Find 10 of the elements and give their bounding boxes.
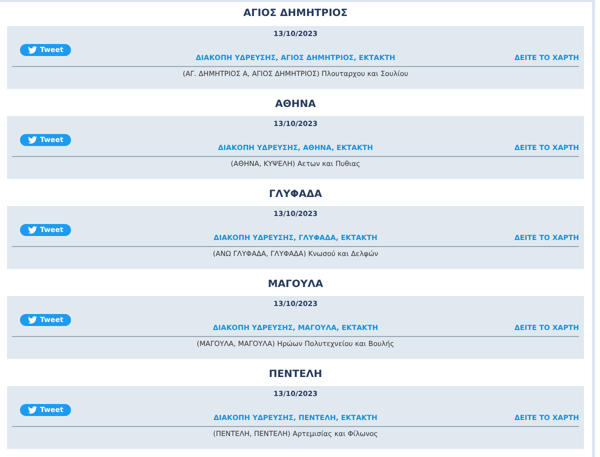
- bird-icon: [28, 46, 37, 54]
- section-heading: ΜΑΓΟΥΛΑ: [266, 278, 324, 292]
- section-heading: ΑΓΙΟΣ ΔΗΜΗΤΡΙΟΣ: [242, 7, 349, 21]
- bird-icon: [28, 406, 37, 414]
- bird-icon: [28, 226, 37, 234]
- section-heading: ΠΕΝΤΕΛΗ: [268, 368, 324, 382]
- bird-icon: [28, 136, 37, 144]
- bird-icon: [28, 316, 37, 324]
- section-heading: ΓΛΥΦΑΔΑ: [268, 188, 324, 202]
- section-heading: ΑΘΗΝΑ: [274, 98, 317, 112]
